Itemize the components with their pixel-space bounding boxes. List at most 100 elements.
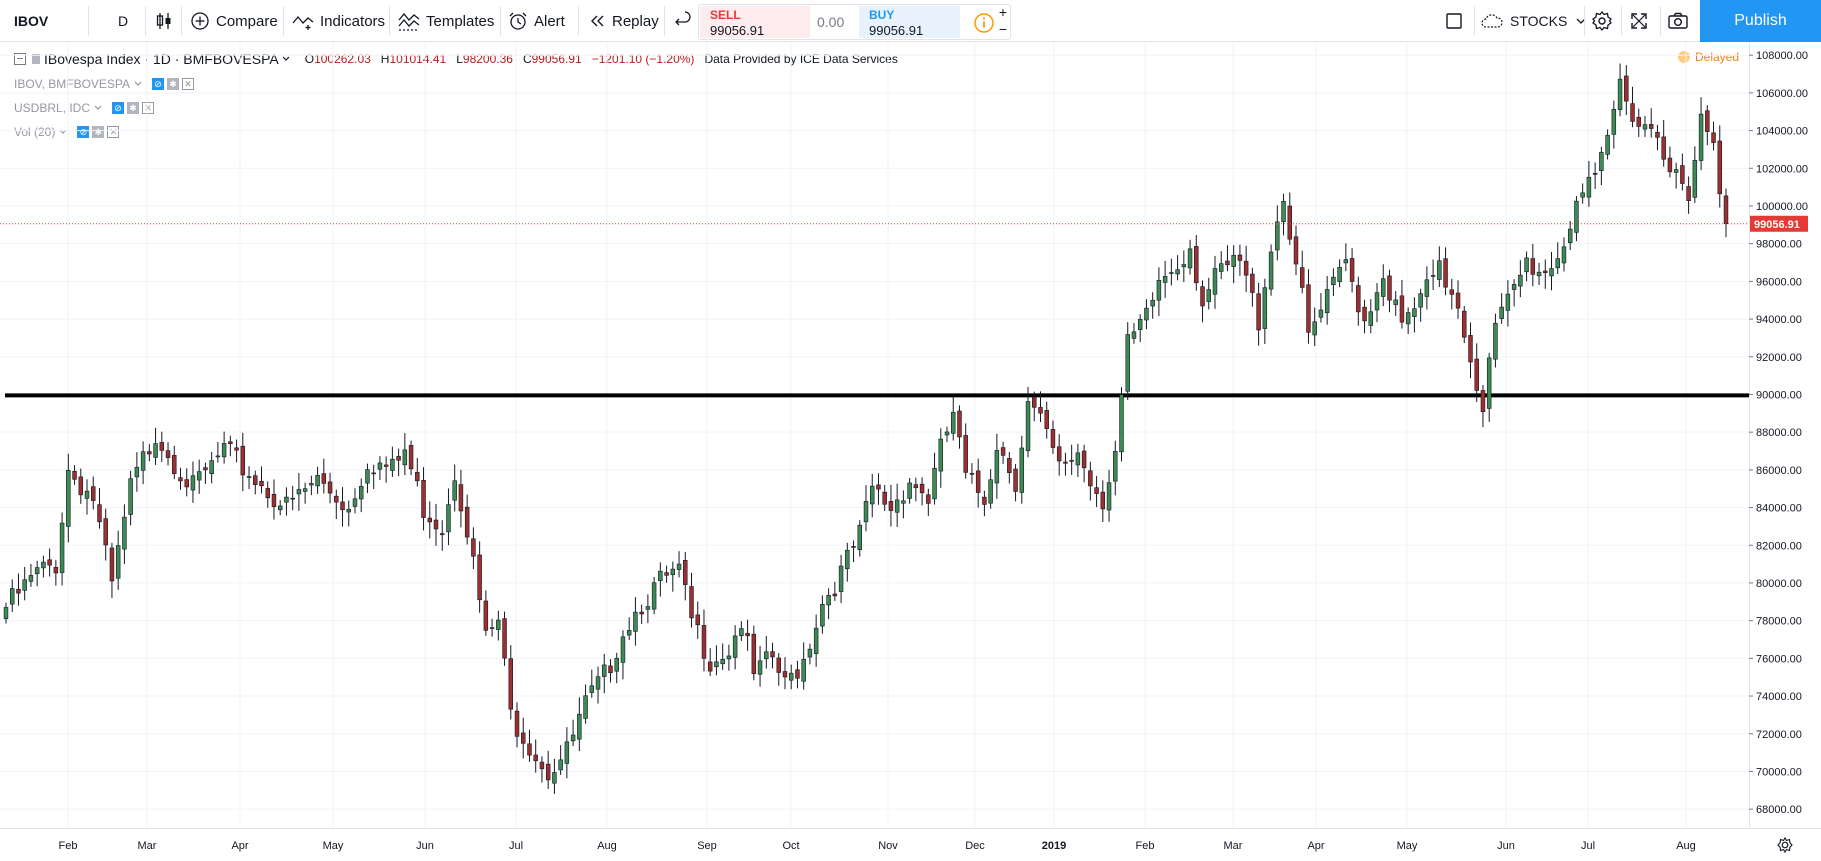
candle-body [1543, 270, 1548, 274]
candle-body [271, 493, 277, 507]
minus-button[interactable]: − [993, 21, 1013, 38]
square-icon [1446, 13, 1462, 29]
publish-button[interactable]: Publish [1700, 0, 1821, 42]
candle-body [1293, 236, 1299, 265]
x-tick-label: Feb [59, 840, 78, 852]
candle-body [1337, 266, 1342, 282]
fullscreen-button[interactable] [1629, 0, 1649, 42]
trading-panel: SELL 99056.91 0.00 BUY 99056.91 [698, 4, 1011, 40]
candle-body [533, 754, 538, 762]
candle-body [1032, 396, 1037, 408]
candle-body [72, 471, 77, 480]
interval-button[interactable]: D [118, 0, 128, 42]
chart-style-button[interactable] [154, 0, 174, 42]
candle-body [84, 490, 90, 499]
replay-button[interactable]: Replay [588, 0, 659, 42]
undo-button[interactable] [674, 0, 692, 42]
candle-body [583, 695, 588, 719]
candle-body [496, 619, 501, 630]
symbol-search[interactable]: IBOV [14, 0, 48, 42]
candle-body [1306, 284, 1311, 333]
undo-icon [675, 11, 691, 26]
candle-body [1393, 299, 1398, 305]
cloud-icon [1481, 14, 1503, 28]
candle-body [645, 606, 651, 610]
candle-body [1125, 334, 1130, 392]
candle-body [558, 759, 563, 771]
candle-body [1592, 172, 1598, 175]
candle-body [1356, 285, 1361, 313]
candle-body [334, 495, 339, 503]
price-axis[interactable]: 108000.00 106000.00 104000.00 102000.00 1000… [1749, 50, 1808, 816]
gear-icon [1592, 10, 1612, 32]
y-tick-label: 80000.00 [1756, 578, 1802, 590]
candle-body [882, 491, 887, 505]
candle-body [751, 633, 757, 674]
candle-body [626, 630, 632, 636]
candle-body [1131, 331, 1137, 339]
candle-body [1050, 429, 1056, 448]
templates-button[interactable]: Templates [398, 0, 494, 42]
candle-body [296, 489, 302, 495]
info-icon[interactable] [973, 12, 995, 34]
candle-body [689, 586, 694, 619]
axis-settings-gear-icon[interactable] [1777, 836, 1793, 854]
candle-body [1418, 293, 1423, 308]
buy-button[interactable]: BUY 99056.91 [859, 6, 960, 38]
candle-body [1106, 482, 1112, 511]
compare-button[interactable]: Compare [190, 0, 278, 42]
candle-body [820, 603, 825, 627]
candle-body [1194, 246, 1199, 284]
candle-body [1480, 390, 1486, 412]
indicators-button[interactable]: Indicators [292, 0, 385, 42]
candle-body [832, 593, 838, 597]
rectangle-tool-button[interactable] [1444, 0, 1464, 42]
candle-body [178, 477, 183, 482]
price-chart[interactable]: 99056.91 108000.00 106000.00 104000.00 1020… [0, 42, 1821, 861]
candle-body [302, 488, 308, 492]
alert-label: Alert [534, 12, 565, 30]
candle-body [209, 460, 214, 475]
candle-body [1580, 192, 1585, 198]
candle-body [1256, 293, 1261, 331]
x-tick-label: Apr [231, 840, 248, 852]
last-price-label: 99056.91 [1754, 219, 1800, 231]
candle-body [521, 732, 526, 744]
candle-body [1611, 108, 1617, 135]
watchlist-button[interactable]: STOCKS [1480, 0, 1587, 42]
candle-body [91, 486, 96, 501]
candle-body [196, 471, 202, 481]
symbol-label: IBOV [14, 13, 49, 29]
candle-body [1630, 103, 1635, 122]
y-tick-label: 86000.00 [1756, 465, 1802, 477]
candle-body [932, 467, 937, 500]
candle-body [1673, 169, 1679, 173]
y-tick-label: 104000.00 [1756, 126, 1808, 138]
candle-body [1094, 487, 1099, 494]
candle-body [215, 455, 221, 458]
quantity-stepper[interactable]: + − [993, 4, 1013, 40]
candle-body [259, 480, 264, 487]
candle-body [28, 575, 34, 582]
plus-button[interactable]: + [993, 4, 1013, 21]
candle-body [514, 710, 520, 737]
settings-button[interactable] [1591, 0, 1613, 42]
y-tick-label: 100000.00 [1756, 201, 1808, 213]
x-tick-label: Dec [965, 840, 985, 852]
candle-body [1225, 260, 1230, 266]
candle-body [309, 483, 314, 486]
sell-button[interactable]: SELL 99056.91 [700, 6, 810, 38]
candle-body [1318, 309, 1324, 318]
candle-body [1056, 446, 1062, 462]
time-axis[interactable]: Feb Mar Apr May Jun Jul Aug Sep Oct Nov Dec 2019 Feb… [59, 840, 1696, 852]
candle-body [782, 671, 788, 678]
candle-body [695, 614, 700, 626]
alert-button[interactable]: Alert [508, 0, 565, 42]
candle-body [1437, 260, 1442, 280]
candle-body [1530, 258, 1536, 275]
candle-body [739, 628, 744, 637]
snapshot-button[interactable] [1667, 0, 1689, 42]
candle-body [1586, 176, 1592, 198]
candle-body [290, 497, 295, 500]
candle-body [446, 504, 451, 533]
